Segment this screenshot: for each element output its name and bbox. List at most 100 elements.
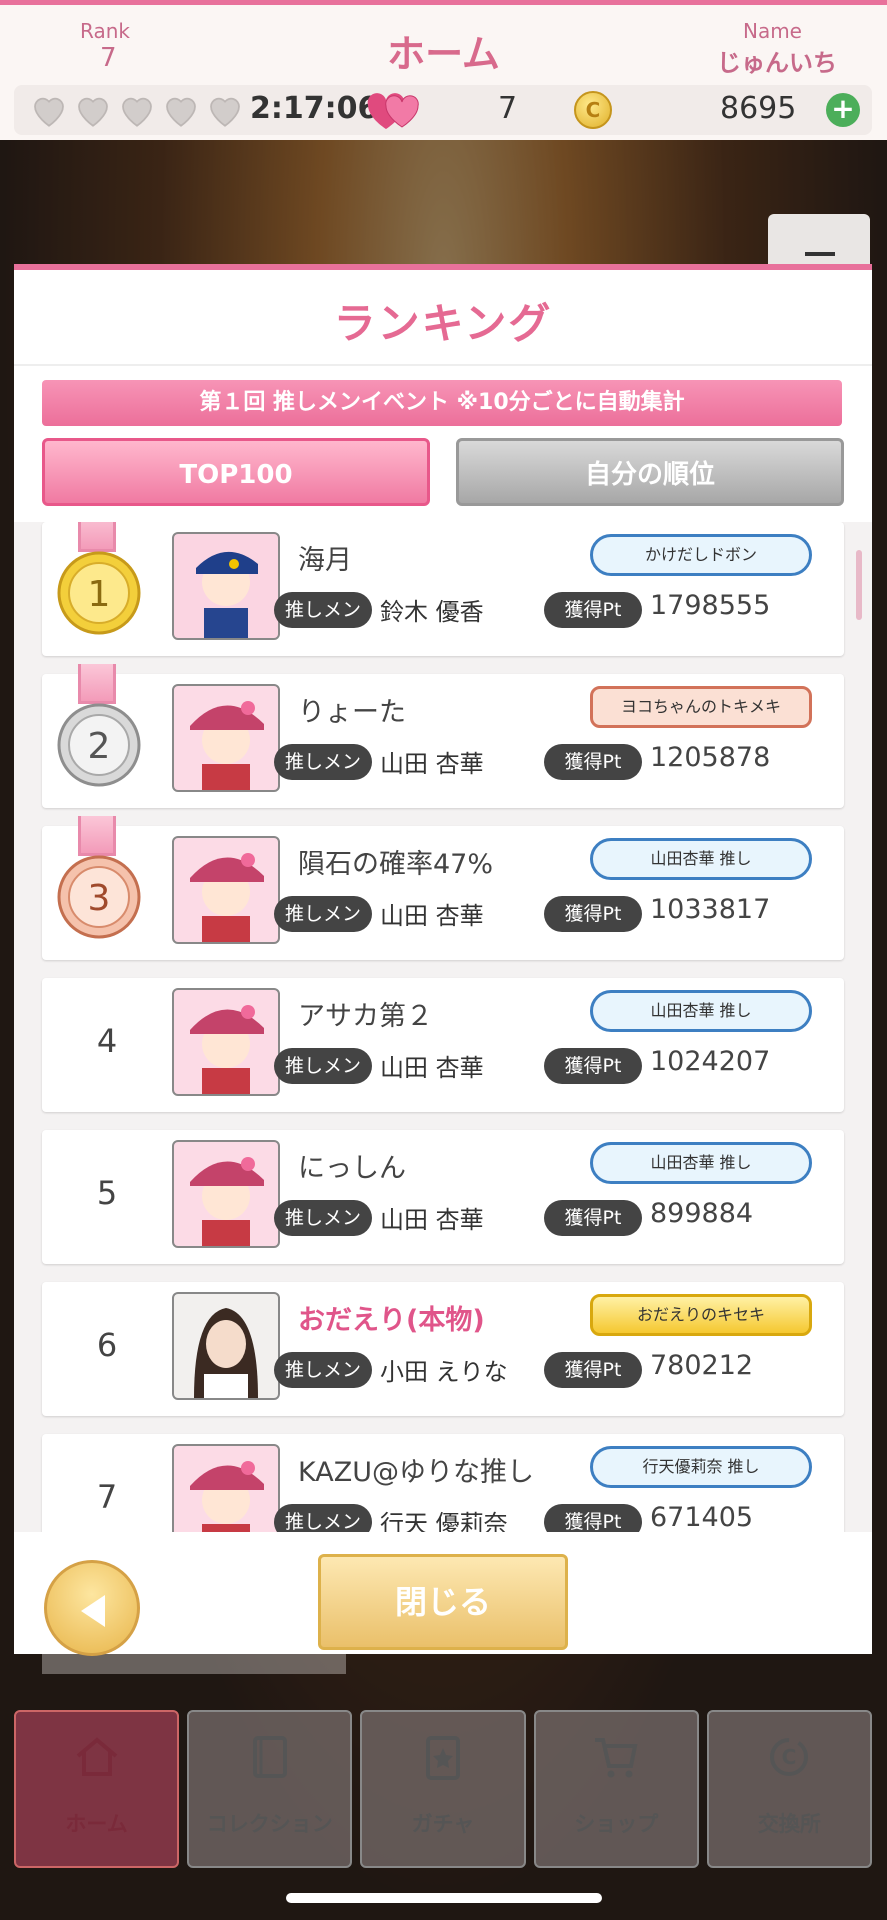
oshi-member: 山田 杏華: [380, 902, 484, 930]
oshi-label: 推しメン: [274, 896, 372, 932]
oshi-label: 推しメン: [274, 744, 372, 780]
close-button[interactable]: 閉じる: [318, 1554, 568, 1650]
ranking-row[interactable]: 1 海月 かけだしドボン 推しメン 鈴木 優香 獲得Pt 1798555: [42, 522, 844, 656]
oshi-label: 推しメン: [274, 1200, 372, 1236]
avatar: [172, 684, 280, 792]
back-button[interactable]: [44, 1560, 140, 1656]
avatar: [172, 988, 280, 1096]
collection-icon: [252, 1736, 287, 1778]
ranking-row[interactable]: 2 りょーた ヨコちゃんのトキメキ 推しメン 山田 杏華 獲得Pt 120587…: [42, 664, 844, 808]
points-value: 1024207: [650, 1046, 771, 1077]
oshi-member: 小田 えりな: [380, 1358, 508, 1386]
oshi-label: 推しメン: [274, 1352, 372, 1388]
user-name: アサカ第２: [298, 1001, 433, 1032]
points-label: 獲得Pt: [544, 1048, 642, 1084]
ranking-row[interactable]: 6 おだえり(本物) おだえりのキセキ 推しメン 小田 えりな 獲得Pt 780…: [42, 1282, 844, 1416]
ranking-row[interactable]: 3 隕石の確率47% 山田杏華 推し 推しメン 山田 杏華 獲得Pt 10338…: [42, 816, 844, 960]
bronze-medal-icon: 3: [57, 855, 141, 939]
bottom-nav: ホーム コレクション ガチャ ショップ C 交換所: [14, 1710, 873, 1868]
cart-icon: [595, 1738, 638, 1778]
points-value: 671405: [650, 1502, 754, 1532]
nav-exchange[interactable]: C 交換所: [706, 1710, 873, 1868]
title-badge: 山田杏華 推し: [590, 838, 812, 880]
name-value: じゅんいち: [717, 49, 837, 77]
oshi-member: 山田 杏華: [380, 750, 484, 778]
heart-timer: 2:17:06: [250, 91, 379, 126]
user-name: おだえり(本物): [298, 1305, 485, 1336]
ranking-row[interactable]: 7 KAZU@ゆりな推し 行天優莉奈 推し 推しメン 行天 優莉奈 獲得Pt 6…: [42, 1434, 844, 1532]
rank-number: 5: [96, 1174, 118, 1212]
heart-empty-icon: [210, 97, 240, 127]
ranking-row[interactable]: 5 にっしん 山田杏華 推し 推しメン 山田 杏華 獲得Pt 899884: [42, 1130, 844, 1264]
oshi-label: 推しメン: [274, 1048, 372, 1084]
divider: [14, 364, 872, 366]
tab-top100[interactable]: TOP100: [42, 438, 430, 506]
oshi-label: 推しメン: [274, 592, 372, 628]
add-coins-button[interactable]: +: [826, 93, 860, 127]
oshi-member: 山田 杏華: [380, 1206, 484, 1234]
scrollbar[interactable]: [856, 550, 862, 620]
silver-medal-icon: 2: [57, 703, 141, 787]
medal-ribbon: [78, 816, 116, 856]
nav-shop[interactable]: ショップ: [533, 1710, 699, 1868]
heart-empty-icon: [122, 97, 152, 127]
oshi-member: 鈴木 優香: [380, 598, 484, 626]
avatar: [172, 1444, 280, 1532]
nav-label: コレクション: [206, 1812, 333, 1836]
nav-label: 交換所: [757, 1812, 821, 1836]
svg-text:C: C: [782, 1745, 797, 1769]
nav-home[interactable]: ホーム: [14, 1710, 180, 1868]
nav-gacha[interactable]: ガチャ: [360, 1710, 526, 1868]
exchange-icon: C: [770, 1738, 809, 1776]
status-bar: 2:17:06 7 C 8695 +: [14, 85, 872, 135]
avatar: [172, 532, 280, 640]
points-value: 1033817: [650, 894, 771, 925]
home-indicator[interactable]: [286, 1893, 602, 1903]
title-badge: 山田杏華 推し: [590, 1142, 812, 1184]
coin-count: 8695: [720, 91, 797, 126]
modal-title: ランキング: [333, 299, 553, 348]
nav-label: ガチャ: [411, 1812, 475, 1836]
points-label: 獲得Pt: [544, 1352, 642, 1388]
medal-ribbon: [78, 664, 116, 704]
rank-number: 7: [96, 1478, 118, 1516]
ranking-list[interactable]: 1 海月 かけだしドボン 推しメン 鈴木 優香 獲得Pt 1798555 2 り…: [14, 522, 872, 1532]
title-badge: 行天優莉奈 推し: [590, 1446, 812, 1488]
points-label: 獲得Pt: [544, 896, 642, 932]
coin-icon: C: [574, 91, 612, 129]
ranking-row[interactable]: 4 アサカ第２ 山田杏華 推し 推しメン 山田 杏華 獲得Pt 1024207: [42, 978, 844, 1112]
avatar: [172, 1140, 280, 1248]
nav-collection[interactable]: コレクション: [187, 1710, 353, 1868]
tab-my-rank[interactable]: 自分の順位: [456, 438, 844, 506]
oshi-member: 山田 杏華: [380, 1054, 484, 1082]
points-value: 1205878: [650, 742, 771, 773]
heart-empty-icon: [78, 97, 108, 127]
rank-number: 6: [96, 1326, 118, 1364]
points-label: 獲得Pt: [544, 592, 642, 628]
points-label: 獲得Pt: [544, 744, 642, 780]
points-label: 獲得Pt: [544, 1200, 642, 1236]
user-name: 隕石の確率47%: [298, 849, 494, 880]
minus-icon: [805, 252, 835, 256]
medal-ribbon: [78, 522, 116, 552]
avatar: [172, 836, 280, 944]
title-badge: かけだしドボン: [590, 534, 812, 576]
minimize-button[interactable]: [768, 214, 870, 270]
title-badge: 山田杏華 推し: [590, 990, 812, 1032]
nav-label: ショップ: [574, 1812, 659, 1836]
ranking-modal: ランキング 第１回 推しメンイベント ※10分ごとに自動集計 TOP100 自分…: [14, 264, 872, 1656]
user-name: にっしん: [298, 1153, 406, 1184]
rank-number: 4: [96, 1022, 118, 1060]
heart-empty-icon: [34, 97, 64, 127]
heart-empty-icon: [166, 97, 196, 127]
gold-medal-icon: 1: [57, 551, 141, 635]
svg-text:1: 1: [88, 574, 111, 615]
event-banner: 第１回 推しメンイベント ※10分ごとに自動集計: [42, 380, 842, 426]
user-name: 海月: [298, 545, 352, 576]
gacha-icon: [426, 1736, 460, 1780]
points-label: 獲得Pt: [544, 1504, 642, 1532]
top-header: Rank 7 ホーム Name じゅんいち 2:17:06 7 C 8695 +: [0, 0, 887, 140]
svg-text:2: 2: [88, 726, 111, 767]
double-heart-icon: [367, 93, 419, 129]
points-value: 1798555: [650, 590, 771, 621]
